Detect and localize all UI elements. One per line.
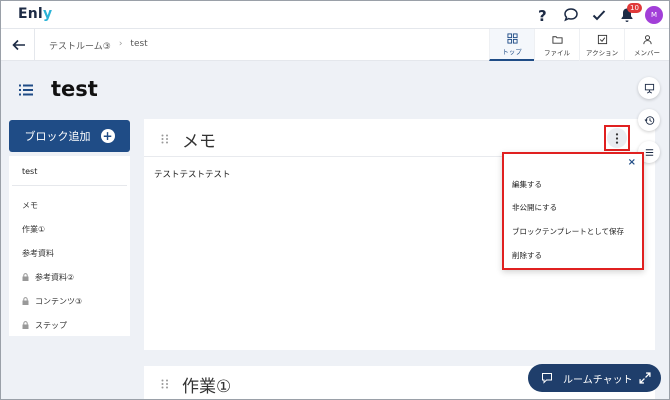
vertical-dots-icon	[615, 132, 619, 144]
history-icon	[644, 115, 654, 125]
room-chat-label: ルームチャット	[563, 374, 633, 386]
nav-bar: テストルーム③ › test トップ ファイル アクション メンバー	[1, 29, 669, 61]
room-chat-button[interactable]: ルームチャット	[528, 364, 661, 392]
collapse-icon	[645, 148, 653, 156]
list-item-memo[interactable]: メモ	[9, 193, 130, 217]
tab-top[interactable]: トップ	[489, 29, 534, 61]
breadcrumb-current: test	[130, 39, 148, 49]
add-block-button[interactable]: ブロック追加 +	[9, 120, 130, 152]
presentation-button[interactable]	[638, 77, 660, 99]
list-item-step[interactable]: ステップ	[9, 313, 130, 337]
check-icon[interactable]	[585, 4, 613, 26]
back-arrow-icon[interactable]	[11, 37, 27, 53]
page-title: test	[51, 77, 98, 101]
plus-icon: +	[100, 129, 115, 143]
nav-divider	[34, 29, 35, 61]
lock-icon	[22, 273, 29, 281]
block-list: test メモ 作業① 参考資料 参考資料② コンテンツ③ ステップ	[9, 156, 130, 336]
breadcrumb: テストルーム③ › test	[49, 39, 148, 52]
tab-files[interactable]: ファイル	[534, 29, 579, 61]
highlight-box	[604, 125, 630, 151]
menu-item-edit[interactable]: 編集する	[512, 179, 542, 190]
task-block-title: 作業①	[182, 377, 232, 397]
list-item-reference[interactable]: 参考資料	[9, 241, 130, 265]
menu-item-make-private[interactable]: 非公開にする	[512, 202, 557, 213]
svg-text:?: ?	[538, 7, 547, 23]
close-menu-icon[interactable]: ×	[628, 157, 636, 168]
block-list-heading: test	[12, 156, 127, 186]
help-icon[interactable]: ?	[529, 4, 557, 26]
folder-icon	[551, 35, 563, 44]
tab-members[interactable]: メンバー	[624, 29, 669, 61]
bell-icon[interactable]: 10	[613, 3, 642, 26]
lock-icon	[22, 297, 29, 305]
chat-bubble-icon[interactable]	[557, 4, 585, 26]
list-item-task[interactable]: 作業①	[9, 217, 130, 241]
enly-logo[interactable]: Enly	[18, 6, 52, 22]
list-item-content-3[interactable]: コンテンツ③	[9, 289, 130, 313]
breadcrumb-separator: ›	[118, 39, 123, 49]
presentation-icon	[644, 83, 654, 93]
add-block-label: ブロック追加	[24, 130, 91, 143]
chat-icon	[542, 373, 552, 384]
person-icon	[642, 34, 652, 44]
drag-handle-icon[interactable]	[161, 379, 169, 389]
breadcrumb-room[interactable]: テストルーム③	[49, 39, 111, 52]
app-window: Enly ? 10 M テストルーム③ › test トップ ファイル アクショ…	[0, 0, 670, 400]
expand-icon	[639, 372, 651, 384]
grid-icon	[506, 32, 518, 44]
more-options-button[interactable]	[607, 128, 627, 148]
block-options-menu: × 編集する 非公開にする ブロックテンプレートとして保存 削除する	[502, 152, 644, 270]
menu-item-save-as-template[interactable]: ブロックテンプレートとして保存	[512, 226, 624, 237]
top-icons: ? 10 M	[529, 3, 663, 26]
list-menu-icon[interactable]	[19, 84, 33, 96]
user-avatar[interactable]: M	[645, 6, 663, 24]
tab-actions[interactable]: アクション	[579, 29, 624, 61]
history-button[interactable]	[638, 109, 660, 131]
list-item-reference-2[interactable]: 参考資料②	[9, 265, 130, 289]
lock-icon	[22, 321, 29, 329]
room-tabs: トップ ファイル アクション メンバー	[489, 29, 669, 61]
notification-badge: 10	[627, 3, 642, 13]
menu-item-delete[interactable]: 削除する	[512, 250, 542, 261]
checkbox-icon	[597, 34, 607, 44]
memo-block-title: メモ	[182, 132, 216, 152]
drag-handle-icon[interactable]	[161, 134, 169, 144]
top-bar: Enly ? 10 M	[1, 1, 669, 29]
